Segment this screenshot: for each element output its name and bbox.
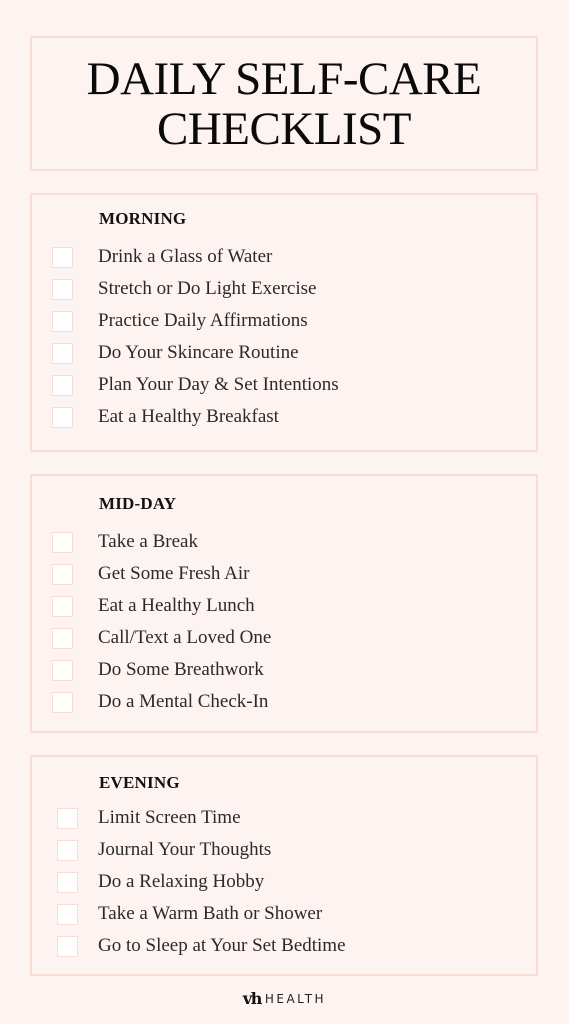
item-label: Take a Break	[98, 531, 198, 552]
item-label: Do Some Breathwork	[98, 659, 264, 680]
page-title-line-2: CHECKLIST	[157, 102, 412, 155]
checklist-item[interactable]: Eat a Healthy Breakfast	[52, 405, 279, 429]
logo-mark: vh	[242, 989, 262, 1008]
item-label: Get Some Fresh Air	[98, 563, 250, 584]
checkbox[interactable]	[57, 903, 78, 925]
title-box: DAILY SELF-CARE CHECKLIST	[30, 36, 538, 171]
checkbox[interactable]	[52, 563, 73, 585]
item-label: Limit Screen Time	[98, 807, 241, 828]
checklist-item[interactable]: Journal Your Thoughts	[57, 838, 271, 862]
checkbox[interactable]	[52, 246, 73, 268]
item-label: Practice Daily Affirmations	[98, 310, 308, 331]
checkbox[interactable]	[52, 531, 73, 553]
item-label: Stretch or Do Light Exercise	[98, 278, 317, 299]
footer-logo: vh HEALTH	[0, 989, 569, 1008]
section-evening: EVENING Limit Screen Time Journal Your T…	[30, 755, 538, 976]
logo-text: HEALTH	[264, 991, 327, 1006]
page-title-line-1: DAILY SELF-CARE	[86, 52, 482, 105]
section-morning: MORNING Drink a Glass of Water Stretch o…	[30, 193, 538, 452]
checkbox[interactable]	[52, 342, 73, 364]
checkbox[interactable]	[52, 374, 73, 396]
item-label: Eat a Healthy Breakfast	[98, 406, 279, 427]
checklist-item[interactable]: Eat a Healthy Lunch	[52, 594, 255, 618]
checklist-item[interactable]: Drink a Glass of Water	[52, 245, 272, 269]
checklist-item[interactable]: Do Your Skincare Routine	[52, 341, 299, 365]
checkbox[interactable]	[52, 595, 73, 617]
item-label: Journal Your Thoughts	[98, 839, 272, 860]
checkbox[interactable]	[52, 278, 73, 300]
checklist-item[interactable]: Practice Daily Affirmations	[52, 309, 308, 333]
checkbox[interactable]	[52, 627, 73, 649]
checklist-item[interactable]: Go to Sleep at Your Set Bedtime	[57, 934, 346, 958]
checklist-item[interactable]: Call/Text a Loved One	[52, 626, 271, 650]
checklist-item[interactable]: Stretch or Do Light Exercise	[52, 277, 316, 301]
checkbox[interactable]	[52, 310, 73, 332]
checklist-item[interactable]: Take a Break	[52, 530, 198, 554]
item-label: Plan Your Day & Set Intentions	[98, 374, 339, 395]
checklist-item[interactable]: Do Some Breathwork	[52, 658, 264, 682]
section-heading: MORNING	[99, 209, 187, 228]
checklist-item[interactable]: Take a Warm Bath or Shower	[57, 902, 322, 926]
item-label: Go to Sleep at Your Set Bedtime	[98, 935, 346, 956]
checkbox[interactable]	[57, 807, 78, 829]
item-label: Do a Relaxing Hobby	[98, 871, 265, 892]
section-heading: EVENING	[99, 773, 180, 792]
item-label: Take a Warm Bath or Shower	[98, 903, 323, 924]
checklist-item[interactable]: Limit Screen Time	[57, 806, 241, 830]
item-label: Do Your Skincare Routine	[98, 342, 299, 363]
checklist-item[interactable]: Do a Relaxing Hobby	[57, 870, 264, 894]
section-midday: MID-DAY Take a Break Get Some Fresh Air …	[30, 474, 538, 733]
checklist-item[interactable]: Do a Mental Check-In	[52, 690, 268, 714]
item-label: Drink a Glass of Water	[98, 246, 273, 267]
item-label: Do a Mental Check-In	[98, 691, 269, 712]
checkbox[interactable]	[52, 659, 73, 681]
checklist-item[interactable]: Get Some Fresh Air	[52, 562, 249, 586]
checkbox[interactable]	[57, 839, 78, 861]
checkbox[interactable]	[57, 935, 78, 957]
item-label: Call/Text a Loved One	[98, 627, 272, 648]
checkbox[interactable]	[52, 406, 73, 428]
checklist-item[interactable]: Plan Your Day & Set Intentions	[52, 373, 339, 397]
checkbox[interactable]	[52, 691, 73, 713]
section-heading: MID-DAY	[99, 494, 177, 513]
checkbox[interactable]	[57, 871, 78, 893]
item-label: Eat a Healthy Lunch	[98, 595, 255, 616]
